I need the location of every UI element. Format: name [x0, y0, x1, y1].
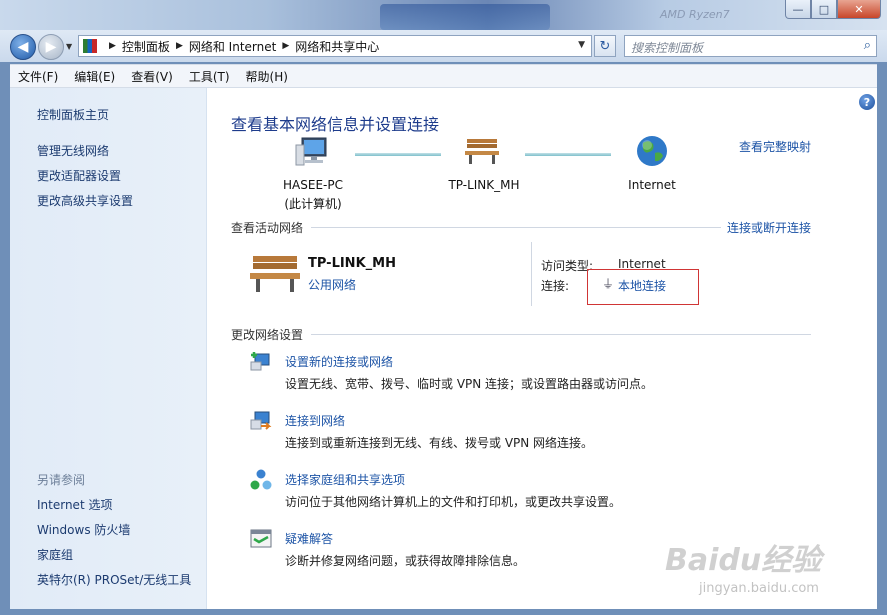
chevron-right-icon[interactable]: ▶	[109, 41, 116, 51]
breadcrumb-item-network-internet[interactable]: 网络和 Internet	[189, 38, 276, 55]
main-content: ? 查看基本网络信息并设置连接 查看完整映射 HASEE-PC (此计算机) T…	[207, 88, 877, 609]
title-bar: AMD Ryzen7 — □ ✕	[0, 0, 887, 30]
connect-to-network-link[interactable]: 连接到网络	[285, 412, 345, 429]
network-name-label: TP-LINK_MH	[448, 178, 520, 192]
setup-new-connection-desc: 设置无线、宽带、拨号、临时或 VPN 连接；或设置路由器或访问点。	[285, 377, 654, 391]
menu-edit[interactable]: 编辑(E)	[66, 68, 123, 85]
view-full-map-link[interactable]: 查看完整映射	[739, 138, 811, 155]
sidebar-item-windows-firewall[interactable]: Windows 防火墙	[37, 521, 130, 538]
breadcrumb: ▶ 控制面板 ▶ 网络和 Internet ▶ 网络和共享中心	[103, 38, 379, 55]
window-controls: — □ ✕	[785, 0, 881, 19]
bench-network-icon[interactable]	[464, 135, 500, 167]
menu-view[interactable]: 查看(V)	[123, 68, 181, 85]
search-icon[interactable]: ⌕	[864, 38, 871, 53]
homegroup-sharing-link[interactable]: 选择家庭组和共享选项	[285, 471, 405, 488]
highlight-box	[587, 269, 699, 305]
connections-label: 连接:	[541, 279, 570, 293]
sidebar-item-adapter-settings[interactable]: 更改适配器设置	[37, 167, 121, 184]
internet-label: Internet	[628, 178, 676, 192]
computer-name-label: HASEE-PC	[283, 178, 343, 192]
watermark-main: Baidu经验	[665, 543, 822, 578]
connect-to-network-desc: 连接到或重新连接到无线、有线、拨号或 VPN 网络连接。	[285, 436, 594, 450]
client-area: 控制面板主页 管理无线网络 更改适配器设置 更改高级共享设置 另请参阅 Inte…	[10, 88, 877, 609]
globe-internet-icon[interactable]	[635, 134, 669, 168]
connection-line-pc-network	[355, 153, 441, 156]
sidebar-item-internet-options[interactable]: Internet 选项	[37, 496, 112, 513]
page-title: 查看基本网络信息并设置连接	[231, 115, 440, 134]
active-networks-heading: 查看活动网络	[231, 221, 304, 235]
close-button[interactable]: ✕	[837, 0, 881, 19]
background-window-ghost	[380, 4, 550, 30]
vertical-divider	[531, 242, 532, 306]
homegroup-sharing-desc: 访问位于其他网络计算机上的文件和打印机，或更改共享设置。	[285, 495, 622, 509]
homegroup-icon	[250, 469, 272, 490]
control-panel-icon	[83, 39, 97, 53]
minimize-button[interactable]: —	[785, 0, 811, 19]
troubleshoot-link[interactable]: 疑难解答	[285, 530, 333, 547]
sidebar-item-advanced-sharing[interactable]: 更改高级共享设置	[37, 192, 133, 209]
address-input[interactable]: ▶ 控制面板 ▶ 网络和 Internet ▶ 网络和共享中心 ▼	[78, 35, 592, 57]
menu-bar: 文件(F) 编辑(E) 查看(V) 工具(T) 帮助(H)	[10, 64, 877, 88]
address-dropdown-icon[interactable]: ▼	[578, 40, 585, 50]
active-network-name: TP-LINK_MH	[308, 256, 396, 271]
network-category-link[interactable]: 公用网络	[308, 276, 356, 293]
change-settings-heading: 更改网络设置	[231, 328, 304, 342]
troubleshoot-desc: 诊断并修复网络问题，或获得故障排除信息。	[285, 554, 526, 568]
connection-line-network-internet	[525, 153, 611, 156]
recent-pages-dropdown-icon[interactable]: ▼	[66, 42, 72, 51]
sidebar: 控制面板主页 管理无线网络 更改适配器设置 更改高级共享设置 另请参阅 Inte…	[10, 88, 207, 609]
watermark-url: jingyan.baidu.com	[699, 581, 819, 596]
search-input[interactable]: 搜索控制面板 ⌕	[624, 35, 877, 57]
address-toolbar: ◀ ▶ ▼ ▶ 控制面板 ▶ 网络和 Internet ▶ 网络和共享中心 ▼ …	[0, 30, 887, 62]
watermark: Baidu经验 jingyan.baidu.com	[665, 535, 865, 605]
setup-new-connection-link[interactable]: 设置新的连接或网络	[285, 353, 393, 370]
troubleshoot-icon	[250, 529, 272, 548]
search-placeholder: 搜索控制面板	[631, 41, 704, 55]
help-icon[interactable]: ?	[859, 94, 875, 110]
see-also-heading: 另请参阅	[37, 473, 86, 487]
connect-network-icon	[250, 411, 272, 430]
breadcrumb-item-network-sharing[interactable]: 网络和共享中心	[295, 38, 379, 55]
chevron-right-icon[interactable]: ▶	[282, 41, 289, 51]
menu-tools[interactable]: 工具(T)	[181, 68, 238, 85]
back-button[interactable]: ◀	[10, 34, 36, 60]
access-type-label: 访问类型:	[541, 259, 594, 273]
sidebar-item-homegroup[interactable]: 家庭组	[37, 546, 73, 563]
computer-sub-label: (此计算机)	[284, 197, 342, 211]
computer-icon[interactable]	[294, 135, 330, 171]
connect-disconnect-link[interactable]: 连接或断开连接	[727, 219, 811, 236]
new-connection-icon	[250, 352, 270, 371]
menu-help[interactable]: 帮助(H)	[238, 68, 296, 85]
background-window-text: AMD Ryzen7	[660, 8, 730, 21]
breadcrumb-item-control-panel[interactable]: 控制面板	[122, 38, 170, 55]
section-divider	[311, 227, 721, 228]
section-divider	[311, 334, 811, 335]
bench-network-large-icon	[250, 256, 300, 292]
chevron-right-icon[interactable]: ▶	[176, 41, 183, 51]
sidebar-item-intel-proset[interactable]: 英特尔(R) PROSet/无线工具	[37, 571, 191, 588]
forward-button[interactable]: ▶	[38, 34, 64, 60]
sidebar-item-manage-wireless[interactable]: 管理无线网络	[37, 142, 109, 159]
sidebar-item-control-panel-home[interactable]: 控制面板主页	[37, 106, 109, 123]
maximize-button[interactable]: □	[811, 0, 837, 19]
refresh-button[interactable]: ↻	[594, 35, 616, 57]
menu-file[interactable]: 文件(F)	[10, 68, 66, 85]
